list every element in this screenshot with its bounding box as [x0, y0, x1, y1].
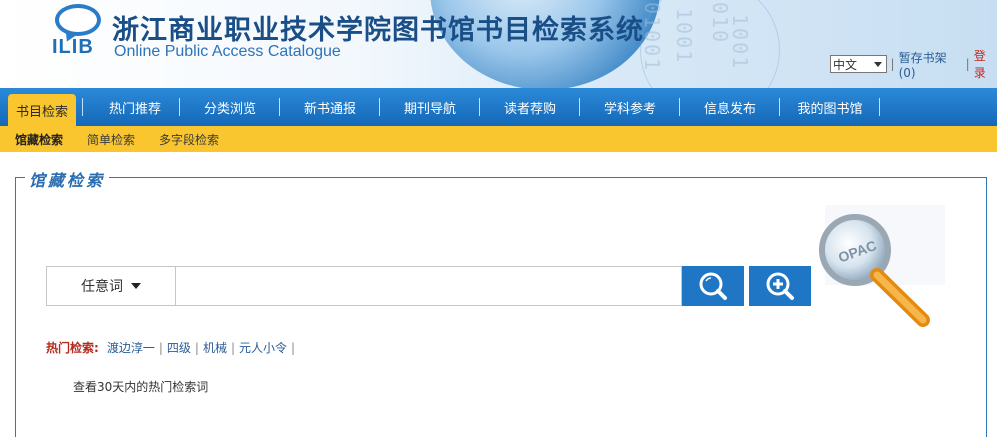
separator: | — [291, 340, 296, 355]
separator: | — [965, 57, 970, 71]
nav-item-recommend[interactable]: 读者荐购 — [480, 88, 580, 126]
nav-label: 书目检索 — [15, 104, 68, 120]
chevron-down-icon — [873, 61, 882, 67]
hot-searches-label: 热门检索: — [46, 341, 99, 355]
hot-search-link[interactable]: 渡边淳一 — [107, 339, 155, 356]
subnav-item-multi-field-search[interactable]: 多字段检索 — [159, 131, 219, 148]
site-title: 浙江商业职业技术学院图书馆书目检索系统 — [112, 15, 644, 46]
nav-item-my-library[interactable]: 我的图书馆 — [780, 88, 880, 126]
hot-searches-30-days-link[interactable]: 查看30天内的热门检索词 — [73, 378, 208, 395]
language-select-value: 中文 — [833, 57, 858, 72]
nav-item-new-books[interactable]: 新书通报 — [280, 88, 380, 126]
logo: ILIB — [52, 36, 94, 58]
nav-item-hot[interactable]: 热门推荐 — [90, 88, 180, 126]
nav-item-subject[interactable]: 学科参考 — [580, 88, 680, 126]
binary-decoration: 1001 — [672, 8, 696, 65]
sub-nav: 馆藏检索 简单检索 多字段检索 — [0, 126, 997, 152]
nav-label: 我的图书馆 — [797, 101, 863, 117]
nav-label: 读者荐购 — [503, 101, 556, 117]
nav-label: 热门推荐 — [108, 101, 161, 117]
search-button[interactable] — [682, 266, 744, 306]
nav-item-catalog-search[interactable]: 书目检索 — [8, 94, 76, 126]
language-select[interactable]: 中文 — [830, 55, 887, 73]
chevron-down-icon — [131, 283, 141, 289]
hot-searches: 热门检索: 渡边淳一 | 四级 | 机械 | 元人小令 | — [46, 339, 299, 356]
zoom-plus-icon — [766, 272, 794, 300]
nav-label: 期刊导航 — [403, 101, 456, 117]
nav-item-news[interactable]: 信息发布 — [680, 88, 780, 126]
field-select-value: 任意词 — [81, 279, 123, 295]
nav-item-journals[interactable]: 期刊导航 — [380, 88, 480, 126]
separator: | — [194, 340, 199, 355]
site-subtitle: Online Public Access Catalogue — [114, 43, 341, 60]
separator: | — [230, 340, 235, 355]
field-select[interactable]: 任意词 — [46, 266, 176, 306]
hot-search-link[interactable]: 四级 — [167, 339, 191, 356]
advanced-search-button[interactable] — [749, 266, 811, 306]
subnav-item-simple-search[interactable]: 简单检索 — [87, 131, 135, 148]
panel-title: 馆藏检索 — [25, 167, 110, 191]
hot-search-link[interactable]: 机械 — [203, 339, 227, 356]
separator: | — [158, 340, 163, 355]
binary-decoration: 1001 — [728, 14, 752, 71]
nav-label: 新书通报 — [303, 101, 356, 117]
nav-label: 分类浏览 — [203, 101, 256, 117]
search-input[interactable] — [176, 266, 682, 306]
separator: | — [890, 57, 895, 71]
bookshelf-link[interactable]: 暂存书架(0) — [899, 49, 962, 80]
search-icon — [699, 272, 727, 300]
hot-search-link[interactable]: 元人小令 — [239, 339, 287, 356]
search-bar: 任意词 — [46, 266, 811, 306]
main-nav: 书目检索 热门推荐 分类浏览 新书通报 期刊导航 读者荐购 学科参考 信息发布 … — [0, 88, 997, 126]
nav-label: 信息发布 — [703, 101, 756, 117]
nav-label: 学科参考 — [603, 101, 656, 117]
login-link[interactable]: 登录 — [974, 47, 997, 81]
nav-item-category[interactable]: 分类浏览 — [180, 88, 280, 126]
nav-spacer — [76, 88, 90, 126]
header: 01001 1001 010 1001 ILIB 浙江商业职业技术学院图书馆书目… — [0, 0, 997, 88]
subnav-item-holdings-search[interactable]: 馆藏检索 — [15, 131, 63, 148]
top-links: 中文 | 暂存书架(0) | 登录 — [830, 47, 997, 81]
logo-bubble-icon — [55, 4, 101, 36]
opac-magnifier-illustration: OPAC — [819, 205, 945, 327]
